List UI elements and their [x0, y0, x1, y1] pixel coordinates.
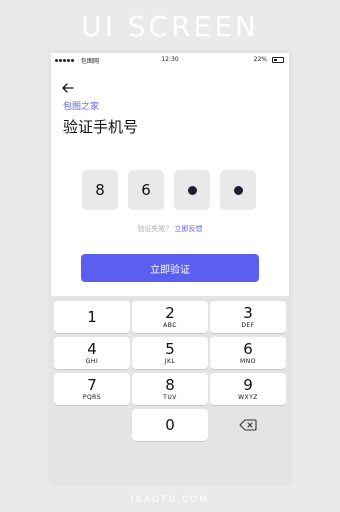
key-2[interactable]: 2 ABC [132, 301, 208, 333]
arrow-left-icon[interactable] [61, 80, 75, 94]
key-number: 6 [243, 340, 253, 358]
key-number: 5 [165, 340, 175, 358]
delete-key[interactable] [210, 409, 286, 441]
key-letters: PQRS [82, 394, 102, 401]
code-digit-box[interactable]: 8 [82, 170, 118, 210]
numeric-keypad: 1 2 ABC 3 DEF 4 GHI 5 JKL 6 MNO 7 PQRS 8… [51, 296, 289, 483]
feedback-link[interactable]: 立即反馈 [175, 225, 203, 233]
key-1[interactable]: 1 [54, 301, 130, 333]
banner-title: UI SCREEN [81, 10, 259, 43]
key-number: 0 [165, 416, 175, 434]
key-number: 2 [165, 304, 175, 322]
verify-hint: 验证失败？ 立即反馈 [51, 224, 289, 234]
key-8[interactable]: 8 TUV [132, 373, 208, 405]
battery-icon [272, 57, 284, 63]
key-number: 8 [165, 376, 175, 394]
key-5[interactable]: 5 JKL [132, 337, 208, 369]
key-number: 7 [87, 376, 97, 394]
phone-screen: 包图网 12:30 22% 包图之家 验证手机号 8 6 验证失败？ 立即反馈 … [51, 53, 289, 483]
brand-name: 包图之家 [63, 102, 100, 112]
hidden-digit-dot [187, 185, 197, 195]
key-9[interactable]: 9 WXYZ [210, 373, 286, 405]
key-letters: MNO [240, 358, 256, 365]
code-hidden-box[interactable] [220, 170, 256, 210]
key-number: 4 [87, 340, 97, 358]
code-hidden-box[interactable] [174, 170, 210, 210]
key-letters: ABC [163, 322, 177, 329]
footer-watermark: IBAOTU.COM [131, 495, 209, 505]
key-letters: JKL [164, 358, 176, 365]
hint-text: 验证失败？ [137, 225, 173, 233]
key-number: 1 [87, 308, 97, 326]
status-bar: 包图网 12:30 22% [51, 53, 289, 67]
backspace-icon [239, 419, 257, 431]
key-4[interactable]: 4 GHI [54, 337, 130, 369]
key-letters: WXYZ [238, 394, 258, 401]
verify-button[interactable]: 立即验证 [81, 254, 259, 282]
code-digit-box[interactable]: 6 [128, 170, 164, 210]
hidden-digit-dot [233, 185, 243, 195]
key-3[interactable]: 3 DEF [210, 301, 286, 333]
key-0[interactable]: 0 [132, 409, 208, 441]
page-title: 验证手机号 [63, 118, 139, 136]
key-letters: TUV [163, 394, 177, 401]
key-number: 9 [243, 376, 253, 394]
key-letters: DEF [241, 322, 255, 329]
key-letters: GHI [85, 358, 99, 365]
key-7[interactable]: 7 PQRS [54, 373, 130, 405]
key-number: 3 [243, 304, 253, 322]
key-6[interactable]: 6 MNO [210, 337, 286, 369]
battery-percent: 22% [253, 56, 267, 63]
